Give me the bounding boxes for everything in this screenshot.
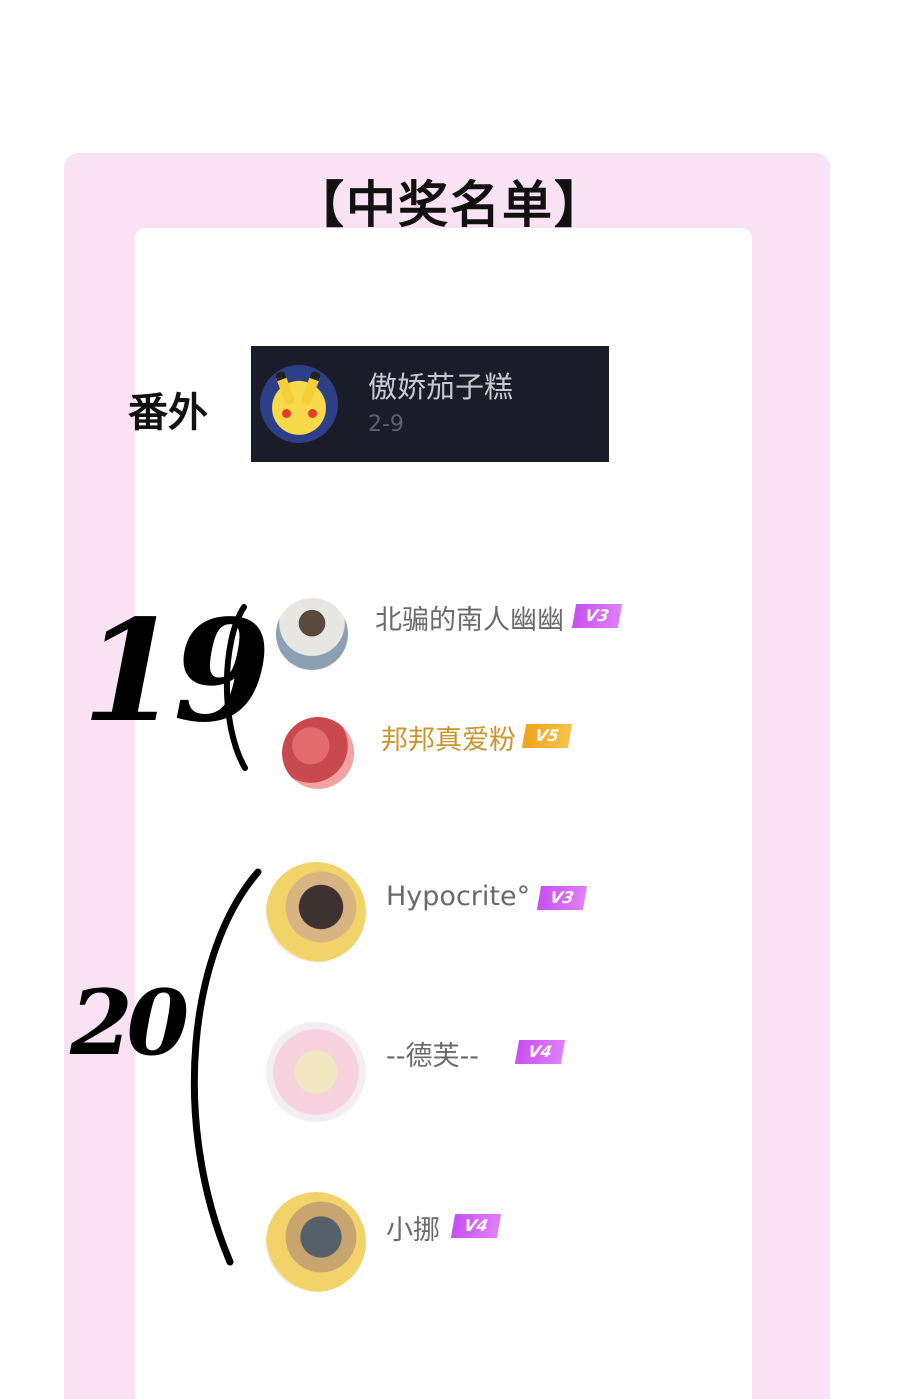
handwritten-number-20: 20 [70,970,189,1076]
avatar[interactable] [282,717,354,789]
level-badge: V3 [571,604,623,628]
username: 邦邦真爱粉 [381,725,516,756]
username: Hypocrite° [386,881,531,912]
username: --德芙-- [386,1041,479,1072]
avatar[interactable] [266,1192,366,1292]
level-badge: V5 [521,724,573,748]
special-winner-subtext: 2-9 [368,412,404,437]
special-winner-name: 傲娇茄子糕 [368,370,514,404]
username: 小挪 [386,1215,440,1246]
pikachu-avatar [260,365,338,443]
avatar[interactable] [266,862,366,962]
username: 北骗的南人幽幽 [375,605,564,636]
level-badge: V4 [514,1040,566,1064]
avatar[interactable] [276,598,348,670]
special-label: 番外 [128,390,208,436]
page: 【中奖名单】 番外 傲娇茄子糕 2-9 19 20 北骗的南人幽幽 V3 邦邦真… [0,0,900,1399]
avatar[interactable] [266,1022,366,1122]
page-title: 【中奖名单】 [294,176,606,234]
level-badge: V4 [450,1214,502,1238]
level-badge: V3 [536,886,588,910]
special-winner-box: 傲娇茄子糕 2-9 [251,346,609,462]
handwritten-number-19: 19 [82,590,271,754]
